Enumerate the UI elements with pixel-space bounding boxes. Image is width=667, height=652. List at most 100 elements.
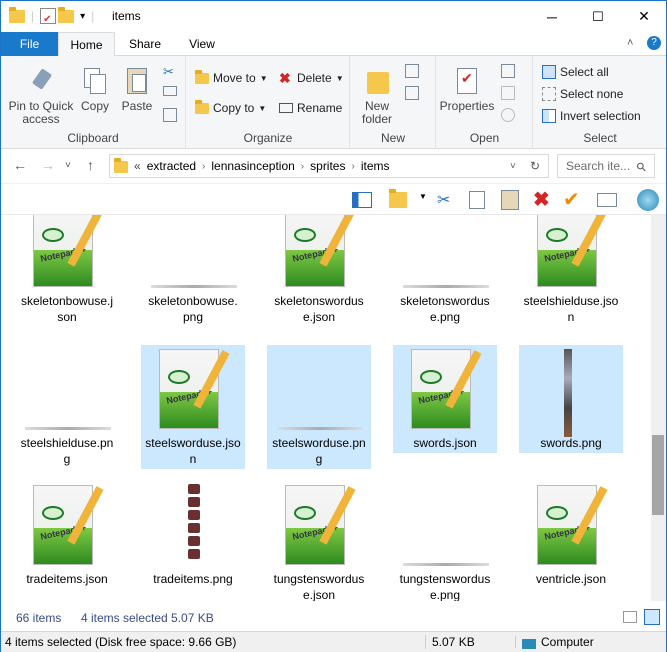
- paste-button[interactable]: Paste: [119, 66, 155, 113]
- file-item[interactable]: Notepad++ tradeitems.json: [15, 481, 119, 589]
- scrollbar-thumb[interactable]: [652, 435, 664, 515]
- qa-dropdown-icon[interactable]: ▾: [80, 11, 85, 22]
- breadcrumb-lennasinception[interactable]: lennasinception: [211, 159, 294, 173]
- details-view-icon[interactable]: [623, 611, 637, 623]
- file-item[interactable]: Notepad++ skeletonswordus e.json: [267, 215, 371, 327]
- breadcrumb-overflow[interactable]: «: [134, 159, 141, 173]
- breadcrumb-extracted[interactable]: extracted: [147, 159, 196, 173]
- new-folder-icon[interactable]: [58, 7, 75, 24]
- copy-path-icon[interactable]: [163, 86, 177, 96]
- delete-button[interactable]: ✖ Delete ▼: [279, 68, 344, 88]
- select-none-button[interactable]: Select none: [542, 84, 623, 104]
- tab-view[interactable]: View: [174, 32, 230, 56]
- new-item-icon[interactable]: [405, 64, 419, 78]
- tab-home[interactable]: Home: [58, 32, 115, 57]
- explorer-window: | ✔ ▾ | items ─ ☐ ✕ File Home Share View…: [0, 0, 667, 652]
- qa-separator: |: [31, 9, 35, 23]
- file-name-line: swords.png: [540, 436, 602, 450]
- large-icons-view-icon[interactable]: [644, 609, 660, 625]
- breadcrumb-separator[interactable]: ›: [301, 161, 304, 172]
- invert-selection-button[interactable]: Invert selection: [542, 106, 641, 126]
- file-item[interactable]: tradeitems.png: [141, 481, 245, 589]
- file-item[interactable]: Notepad++ steelshielduse.jso n: [519, 215, 623, 327]
- file-item[interactable]: Notepad++ swords.json: [393, 345, 497, 453]
- delete-icon: ✖: [279, 70, 291, 86]
- delete-icon[interactable]: ✖: [533, 187, 550, 212]
- computer-label: Computer: [541, 635, 594, 649]
- new-folder-label: New folder: [361, 99, 393, 126]
- image-thumbnail: [521, 345, 621, 437]
- file-item[interactable]: Notepad++ tungstenswordus e.json: [267, 481, 371, 601]
- recent-locations-icon[interactable]: ˅: [65, 160, 71, 171]
- file-name-line: g: [63, 452, 71, 466]
- properties-icon[interactable]: ✔: [40, 8, 57, 25]
- easy-access-icon[interactable]: [405, 86, 419, 100]
- back-icon[interactable]: ←: [13, 157, 27, 173]
- pin-quick-access-button[interactable]: Pin to Quick access: [7, 66, 75, 126]
- navigation-pane-icon[interactable]: [352, 192, 372, 208]
- tab-file[interactable]: File: [1, 32, 58, 56]
- cut-icon[interactable]: ✂: [437, 190, 450, 210]
- file-name-line: steelsworduse.jso: [145, 436, 241, 450]
- file-item[interactable]: skeletonbowuse. png: [141, 215, 245, 327]
- rename-button[interactable]: Rename: [279, 98, 342, 118]
- file-name-line: swords.json: [413, 436, 477, 450]
- image-thumbnail: [395, 215, 495, 293]
- folder-icon: [9, 7, 25, 24]
- open-icon[interactable]: [501, 64, 515, 78]
- help-icon[interactable]: ?: [647, 36, 661, 50]
- file-item[interactable]: steelsworduse.pn g: [267, 345, 371, 469]
- file-name-line: png: [182, 310, 204, 324]
- copy-to-button[interactable]: Copy to ▼: [195, 98, 266, 118]
- file-name-line: skeletonbowuse.j: [20, 294, 114, 308]
- breadcrumb-sprites[interactable]: sprites: [310, 159, 345, 173]
- move-to-button[interactable]: Move to ▼: [195, 68, 268, 88]
- paste-shortcut-icon[interactable]: [163, 108, 177, 122]
- copy-icon[interactable]: [469, 191, 485, 209]
- dropdown-icon[interactable]: ▼: [419, 192, 427, 201]
- image-thumbnail: [269, 345, 369, 435]
- file-item[interactable]: tungstenswordus e.png: [393, 481, 497, 601]
- refresh-icon[interactable]: ↻: [530, 159, 540, 173]
- tab-share[interactable]: Share: [116, 32, 174, 56]
- forward-icon[interactable]: →: [41, 157, 55, 173]
- copy-button[interactable]: Copy: [77, 66, 113, 113]
- folder-icon: [114, 158, 128, 173]
- up-icon[interactable]: ↑: [87, 157, 94, 173]
- file-item[interactable]: Notepad++ ventricle.json: [519, 481, 623, 589]
- vertical-scrollbar[interactable]: [651, 215, 666, 601]
- select-all-button[interactable]: Select all: [542, 62, 609, 82]
- notepadpp-file-icon: Notepad++: [143, 345, 243, 435]
- collapse-ribbon-icon[interactable]: ˄: [627, 37, 633, 49]
- rename-icon[interactable]: [597, 193, 617, 207]
- file-name-line: e.json: [302, 588, 336, 601]
- minimize-button[interactable]: ─: [529, 1, 575, 32]
- open-group-label: Open: [469, 131, 500, 145]
- bottom-status-bar: 4 items selected (Disk free space: 9.66 …: [1, 631, 666, 652]
- properties-check-icon[interactable]: ✔: [563, 187, 580, 212]
- file-item[interactable]: swords.png: [519, 345, 623, 453]
- properties-button[interactable]: ✔ Properties: [439, 66, 495, 113]
- cut-icon[interactable]: ✂: [163, 64, 177, 79]
- close-button[interactable]: ✕: [621, 1, 667, 32]
- shell-icon[interactable]: [637, 189, 659, 211]
- file-item[interactable]: Notepad++ skeletonbowuse.j son: [15, 215, 119, 327]
- history-icon[interactable]: [501, 108, 515, 122]
- file-name-line: e.png: [429, 588, 461, 601]
- breadcrumb-items[interactable]: items: [361, 159, 390, 173]
- file-item[interactable]: Notepad++ steelsworduse.jso n: [141, 345, 245, 469]
- address-bar[interactable]: « extracted › lennasinception › sprites › i…: [109, 154, 549, 178]
- maximize-button[interactable]: ☐: [575, 1, 621, 32]
- paste-icon[interactable]: [501, 190, 519, 210]
- breadcrumb-separator[interactable]: ›: [202, 161, 205, 172]
- file-grid: Notepad++ skeletonbowuse.j son skeletonbowu…: [1, 215, 651, 601]
- address-dropdown-icon[interactable]: ˅: [510, 161, 516, 172]
- copy-label: Copy: [80, 99, 109, 113]
- new-folder-button[interactable]: New folder: [357, 66, 397, 126]
- move-to-label: Move to: [213, 71, 256, 85]
- breadcrumb-separator[interactable]: ›: [351, 161, 354, 172]
- edit-icon[interactable]: [501, 86, 515, 100]
- folder-options-icon[interactable]: [389, 189, 407, 208]
- file-item[interactable]: skeletonswordus e.png: [393, 215, 497, 327]
- file-item[interactable]: steelshielduse.pn g: [15, 345, 119, 469]
